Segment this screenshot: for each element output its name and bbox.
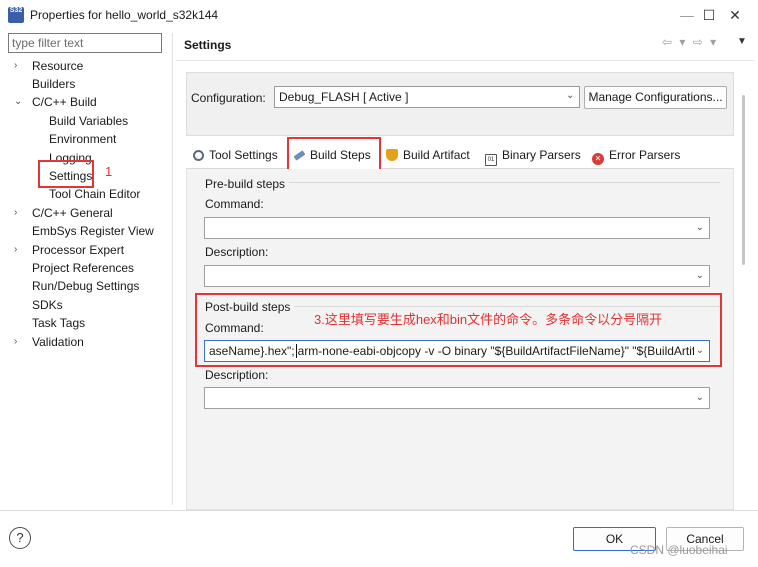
annotation-step-1: 1 bbox=[105, 164, 113, 179]
configuration-select[interactable]: Debug_FLASH [ Active ] bbox=[274, 86, 580, 108]
tab-label: Tool Settings bbox=[209, 148, 278, 162]
configuration-label: Configuration: bbox=[191, 91, 266, 105]
trophy-icon bbox=[386, 149, 398, 161]
group-border bbox=[288, 182, 720, 183]
tree-item-sdks[interactable]: SDKs bbox=[32, 296, 63, 314]
pre-build-description-label: Description: bbox=[205, 245, 269, 259]
tree-item-resource[interactable]: Resource bbox=[32, 57, 83, 75]
tree-item-build-variables[interactable]: Build Variables bbox=[49, 112, 128, 130]
navigation-arrows-icon[interactable]: ⇦ ▾ ⇨ ▾ bbox=[662, 35, 718, 49]
button-bar-separator bbox=[0, 510, 758, 511]
configuration-value: Debug_FLASH [ Active ] bbox=[279, 90, 409, 104]
pre-build-command-combo[interactable]: ⌄ bbox=[204, 217, 710, 239]
post-build-description-combo[interactable]: ⌄ bbox=[204, 387, 710, 409]
tree-item-run-debug-settings[interactable]: Run/Debug Settings bbox=[32, 277, 139, 295]
tree-item-cpp-general[interactable]: C/C++ General bbox=[32, 204, 113, 222]
close-button[interactable]: ✕ bbox=[712, 0, 758, 30]
watermark: CSDN @luobeihai bbox=[630, 543, 728, 557]
pre-build-command-label: Command: bbox=[205, 197, 264, 211]
post-build-description-label: Description: bbox=[205, 368, 269, 382]
chevron-down-icon[interactable]: ⌄ bbox=[696, 388, 704, 408]
tab-build-artifact[interactable]: Build Artifact bbox=[386, 144, 470, 166]
tree-item-builders[interactable]: Builders bbox=[32, 75, 75, 93]
annotation-box-build-steps bbox=[287, 137, 381, 172]
tab-label: Binary Parsers bbox=[502, 148, 581, 162]
help-icon[interactable]: ? bbox=[9, 527, 31, 549]
chevron-down-icon[interactable]: ⌄ bbox=[566, 90, 574, 101]
annotation-box-settings bbox=[38, 160, 94, 188]
tree-item-processor-expert[interactable]: Processor Expert bbox=[32, 241, 124, 259]
binary-icon: 01 bbox=[485, 154, 497, 166]
header-separator bbox=[176, 60, 754, 61]
page-title: Settings bbox=[184, 38, 232, 52]
error-icon: ✕ bbox=[592, 153, 604, 165]
app-icon: S32 bbox=[8, 7, 24, 23]
tab-tool-settings[interactable]: Tool Settings bbox=[193, 144, 278, 166]
tree-item-task-tags[interactable]: Task Tags bbox=[32, 314, 85, 332]
tree-item-cpp-build[interactable]: C/C++ Build bbox=[32, 93, 97, 111]
window-title: Properties for hello_world_s32k144 bbox=[30, 8, 219, 22]
chevron-down-icon[interactable]: ⌄ bbox=[696, 218, 704, 238]
tab-label: Build Artifact bbox=[403, 148, 470, 162]
tree-item-environment[interactable]: Environment bbox=[49, 130, 116, 148]
view-menu-icon[interactable]: ▼ bbox=[737, 36, 747, 47]
gear-icon bbox=[193, 150, 204, 161]
tab-label: Error Parsers bbox=[609, 148, 681, 162]
pre-build-group-title: Pre-build steps bbox=[205, 177, 290, 191]
filter-input[interactable] bbox=[8, 33, 162, 53]
pre-build-description-combo[interactable]: ⌄ bbox=[204, 265, 710, 287]
manage-configurations-button[interactable]: Manage Configurations... bbox=[584, 86, 727, 109]
pane-divider[interactable] bbox=[172, 33, 173, 505]
annotation-box-post-build bbox=[195, 293, 722, 367]
scrollbar[interactable] bbox=[742, 95, 745, 265]
tree-item-project-references[interactable]: Project References bbox=[32, 259, 134, 277]
tab-binary-parsers[interactable]: 01 Binary Parsers bbox=[485, 144, 581, 166]
annotation-step-3: 3.这里填写要生成hex和bin文件的命令。多条命令以分号隔开 bbox=[314, 312, 663, 327]
tab-error-parsers[interactable]: ✕ Error Parsers bbox=[592, 144, 680, 166]
tree-item-validation[interactable]: Validation bbox=[32, 333, 84, 351]
tree-item-embsys-register-view[interactable]: EmbSys Register View bbox=[32, 222, 154, 240]
chevron-down-icon[interactable]: ⌄ bbox=[696, 266, 704, 286]
